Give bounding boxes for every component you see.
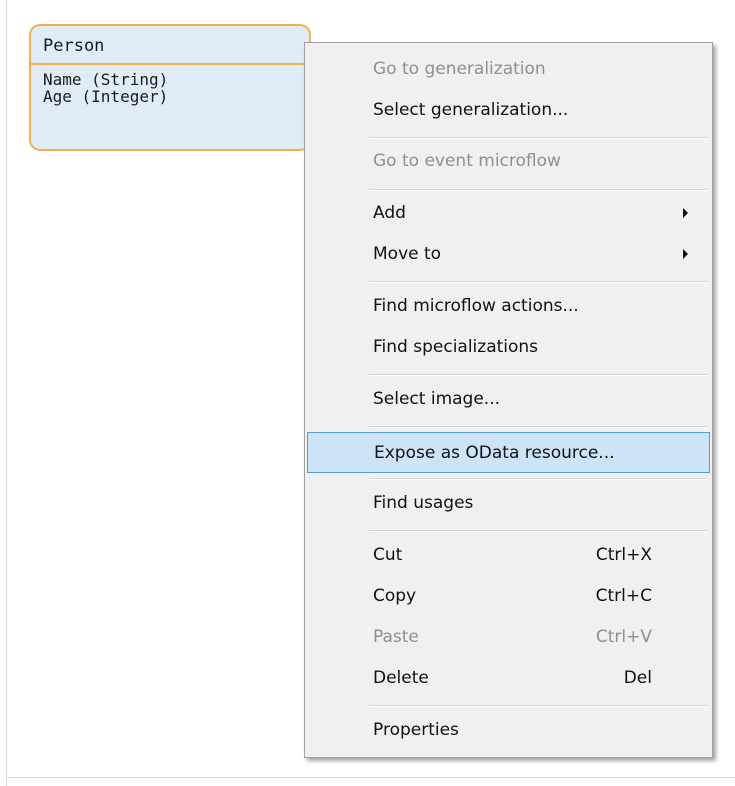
menu-item-delete[interactable]: Delete Del [307, 659, 710, 697]
menu-item-go-to-generalization[interactable]: Go to generalization [307, 50, 710, 88]
menu-item-go-to-event-microflow[interactable]: Go to event microflow [307, 142, 710, 180]
menu-separator [369, 189, 708, 191]
canvas-border-left [6, 0, 7, 786]
canvas-border-bottom [6, 777, 735, 778]
menu-item-copy[interactable]: Copy Ctrl+C [307, 577, 710, 615]
menu-separator [369, 705, 708, 707]
menu-separator [369, 478, 708, 480]
menu-item-find-microflow-actions[interactable]: Find microflow actions... [307, 287, 710, 325]
entity-person[interactable]: Person Name (String) Age (Integer) [29, 24, 311, 151]
menu-item-expose-as-odata-resource[interactable]: Expose as OData resource... [307, 432, 710, 473]
menu-separator [369, 137, 708, 139]
shortcut-label: Ctrl+C [595, 586, 652, 606]
shortcut-label: Ctrl+X [595, 545, 652, 565]
menu-separator [369, 426, 708, 428]
shortcut-label: Del [623, 668, 652, 688]
entity-name: Person [31, 26, 309, 65]
submenu-arrow-icon [683, 249, 688, 259]
menu-item-add[interactable]: Add [307, 194, 710, 232]
attribute-age: Age (Integer) [43, 87, 169, 106]
menu-separator [369, 530, 708, 532]
attribute-name: Name (String) [43, 70, 169, 89]
menu-item-find-usages[interactable]: Find usages [307, 484, 710, 522]
menu-item-find-specializations[interactable]: Find specializations [307, 328, 710, 366]
menu-item-properties[interactable]: Properties [307, 711, 710, 749]
submenu-arrow-icon [683, 208, 688, 218]
menu-separator [369, 281, 708, 283]
domain-model-canvas[interactable]: Person Name (String) Age (Integer) Go to… [0, 0, 735, 786]
context-menu: Go to generalization Select generalizati… [304, 42, 713, 758]
menu-item-select-generalization[interactable]: Select generalization... [307, 91, 710, 129]
menu-item-select-image[interactable]: Select image... [307, 380, 710, 418]
menu-separator [369, 374, 708, 376]
menu-item-cut[interactable]: Cut Ctrl+X [307, 536, 710, 574]
shortcut-label: Ctrl+V [595, 627, 652, 647]
menu-item-move-to[interactable]: Move to [307, 235, 710, 273]
menu-item-paste[interactable]: Paste Ctrl+V [307, 618, 710, 656]
entity-attributes: Name (String) Age (Integer) [31, 65, 309, 105]
